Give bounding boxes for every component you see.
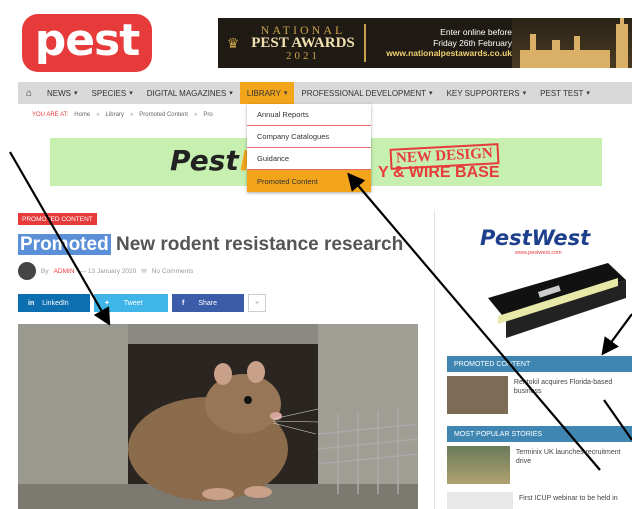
menu-item-company-catalogues[interactable]: Company Catalogues xyxy=(247,126,371,148)
breadcrumb-home[interactable]: Home xyxy=(74,112,90,118)
menu-item-annual-reports[interactable]: Annual Reports xyxy=(247,104,371,126)
nav-item-pest-test[interactable]: PEST TEST ▾ xyxy=(533,82,597,104)
fly-trap-ad-image[interactable] xyxy=(478,258,630,342)
ad-wire-base-text: Y & WIRE BASE xyxy=(378,164,500,181)
avatar xyxy=(18,262,36,280)
nav-item-news[interactable]: NEWS ▾ xyxy=(40,82,85,104)
popular-list-item[interactable]: Terminix UK launches recruitment drive xyxy=(447,446,632,484)
more-share-button[interactable]: + xyxy=(248,294,266,312)
terminix-thumbnail xyxy=(447,446,510,484)
rat-thumbnail xyxy=(447,376,508,414)
awards-info: Enter online before Friday 26th February… xyxy=(372,27,512,59)
parliament-skyline-image xyxy=(512,18,632,68)
site-logo[interactable]: pest xyxy=(22,14,152,72)
chevron-down-icon: ▾ xyxy=(229,90,233,97)
comment-icon: ✉ xyxy=(141,268,147,275)
library-dropdown-menu: Annual Reports Company Catalogues Guidan… xyxy=(247,104,371,192)
breadcrumb-separator-icon: » xyxy=(96,112,100,118)
trophy-icon: ♛ xyxy=(226,34,240,51)
share-label: Share xyxy=(198,299,218,307)
awards-title: NATIONAL PEST AWARDS 2021 xyxy=(248,24,358,62)
linkedin-icon: in xyxy=(28,299,35,307)
promoted-list-item[interactable]: Rentokil acquires Florida-based business xyxy=(447,376,632,414)
nav-item-digital-magazines[interactable]: DIGITAL MAGAZINES ▾ xyxy=(140,82,240,104)
breadcrumb-library[interactable]: Library xyxy=(106,112,124,118)
breadcrumb-current: Pro xyxy=(203,112,213,118)
awards-line2: PEST AWARDS xyxy=(251,35,355,51)
awards-line3: 2021 xyxy=(286,50,320,62)
pestwest-logo[interactable]: PestWest xyxy=(480,226,590,250)
nav-label: PEST TEST xyxy=(540,88,584,98)
popular-item-title[interactable]: First ICUP webinar to be held in xyxy=(519,492,618,509)
logo-text: pest xyxy=(34,14,141,66)
article-title: Promoted New rodent resistance research xyxy=(18,234,403,256)
chevron-down-icon: ▾ xyxy=(74,90,78,97)
comments-link[interactable]: No Comments xyxy=(152,268,194,275)
popular-item-title[interactable]: Terminix UK launches recruitment drive xyxy=(516,446,632,484)
byline-prefix: By xyxy=(41,267,49,275)
awards-url: www.nationalpestawards.co.uk xyxy=(386,48,512,59)
chevron-down-icon: ▾ xyxy=(283,90,288,97)
rat-photo xyxy=(18,324,418,509)
nav-label: KEY SUPPORTERS xyxy=(446,88,520,98)
nav-label: NEWS xyxy=(47,88,71,98)
chevron-down-icon: ▾ xyxy=(586,90,590,97)
most-popular-heading: MOST POPULAR STORIES xyxy=(447,426,632,442)
chevron-down-icon: ▾ xyxy=(129,90,133,97)
facebook-icon: f xyxy=(182,299,185,307)
twitter-icon: ✦ xyxy=(104,300,110,307)
tweet-label: Tweet xyxy=(123,299,143,307)
menu-item-promoted-content[interactable]: Promoted Content xyxy=(247,170,371,192)
nav-label: PROFESSIONAL DEVELOPMENT xyxy=(301,88,427,98)
awards-info-line2: Friday 26th February xyxy=(433,37,512,48)
nav-label: SPECIES xyxy=(91,88,127,98)
menu-item-guidance[interactable]: Guidance xyxy=(247,148,371,170)
linkedin-label: LinkedIn xyxy=(42,299,69,307)
promoted-item-title[interactable]: Rentokil acquires Florida-based business xyxy=(514,376,632,414)
awards-info-line1: Enter online before xyxy=(440,27,512,38)
pestwest-url: www.pestwest.com xyxy=(515,250,562,256)
article-title-text: New rodent resistance research xyxy=(115,234,404,255)
publish-date: — 13 January 2020 xyxy=(79,267,137,275)
main-nav: ⌂ NEWS ▾ SPECIES ▾ DIGITAL MAGAZINES ▾ LIBR… xyxy=(18,82,632,104)
share-bar: in LinkedIn ✦ Tweet f Share + xyxy=(18,294,266,312)
nav-item-key-supporters[interactable]: KEY SUPPORTERS ▾ xyxy=(440,82,534,104)
awards-divider xyxy=(364,24,366,62)
tweet-button[interactable]: ✦ Tweet xyxy=(94,294,168,312)
nav-label: LIBRARY xyxy=(246,88,281,98)
promoted-content-heading: PROMOTED CONTENT xyxy=(447,356,632,372)
breadcrumb-separator-icon: » xyxy=(129,112,134,118)
breadcrumb-prefix: YOU ARE AT: xyxy=(32,112,69,118)
sidebar-divider xyxy=(434,210,435,509)
breadcrumb-separator-icon: » xyxy=(193,112,198,118)
chevron-down-icon: ▾ xyxy=(522,90,527,97)
home-icon[interactable]: ⌂ xyxy=(18,88,40,99)
facebook-share-button[interactable]: f Share xyxy=(172,294,244,312)
author-link[interactable]: ADMIN xyxy=(54,268,75,275)
nav-item-species[interactable]: SPECIES ▾ xyxy=(85,82,140,104)
promoted-tag: Promoted xyxy=(18,234,111,255)
ad-brand-pest: Pest xyxy=(170,144,239,177)
linkedin-share-button[interactable]: in LinkedIn xyxy=(18,294,90,312)
popular-list-item[interactable]: First ICUP webinar to be held in xyxy=(447,492,632,509)
article-meta: By ADMIN — 13 January 2020 ✉ No Comments xyxy=(18,262,193,280)
breadcrumb-promoted-content[interactable]: Promoted Content xyxy=(139,112,188,118)
awards-banner[interactable]: ♛ NATIONAL PEST AWARDS 2021 Enter online… xyxy=(218,18,632,68)
chevron-down-icon: ▾ xyxy=(429,90,433,97)
nav-item-library[interactable]: LIBRARY ▾ xyxy=(239,82,295,104)
category-badge[interactable]: PROMOTED CONTENT xyxy=(18,213,97,225)
icup-thumbnail xyxy=(447,492,513,509)
nav-label: DIGITAL MAGAZINES xyxy=(146,88,227,98)
nav-item-professional-development[interactable]: PROFESSIONAL DEVELOPMENT ▾ xyxy=(294,82,439,104)
